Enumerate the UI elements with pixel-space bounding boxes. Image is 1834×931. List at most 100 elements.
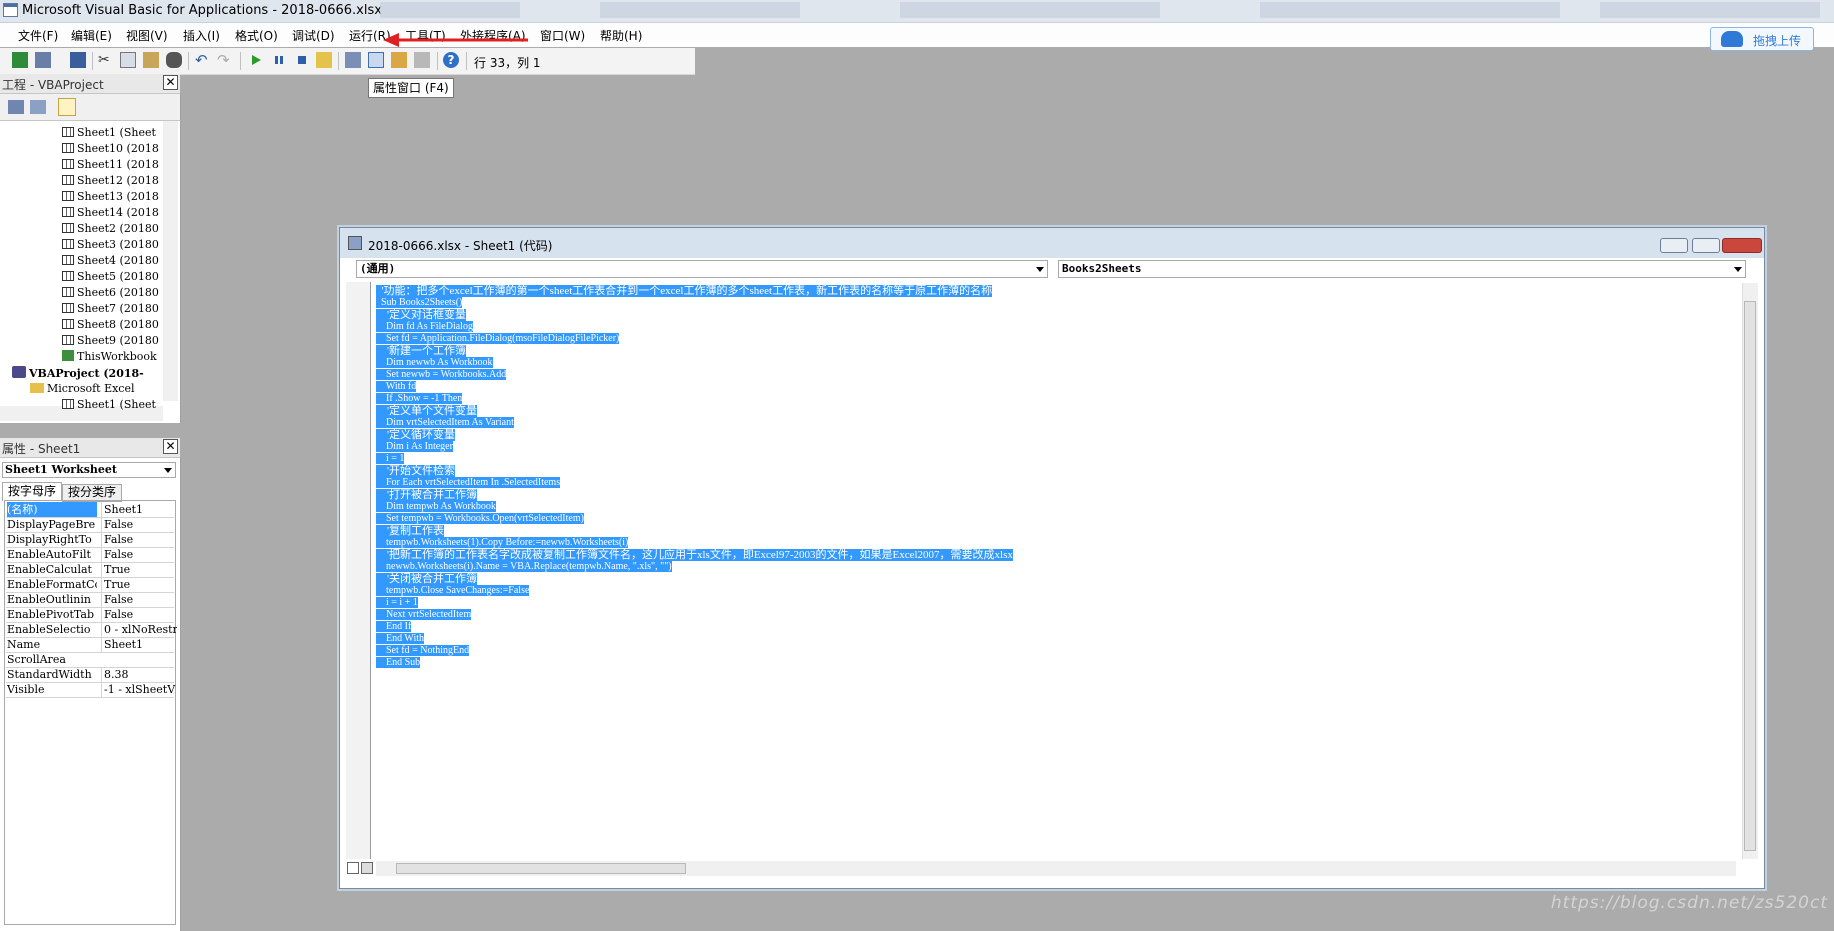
project-tree-scrollbar[interactable]	[163, 121, 178, 401]
property-value[interactable]: Sheet1	[101, 637, 177, 652]
property-value[interactable]: False	[101, 547, 177, 562]
code-editor[interactable]: '功能：把多个excel工作薄的第一个sheet工作表合并到一个excel工作薄…	[376, 285, 1756, 860]
property-row[interactable]: EnablePivotTab False	[6, 607, 174, 623]
tree-item-sheet[interactable]: Sheet8 (20180	[62, 318, 159, 331]
tree-item-sheet[interactable]: Sheet12 (2018	[62, 174, 159, 187]
object-browser-icon[interactable]	[391, 52, 407, 68]
code-vertical-scrollbar[interactable]	[1742, 283, 1758, 859]
view-object-icon[interactable]	[30, 100, 46, 114]
tree-item-sheet[interactable]: Sheet5 (20180	[62, 270, 159, 283]
menu-insert[interactable]: 插入(I)	[183, 27, 220, 44]
property-row[interactable]: Visible -1 - xlSheetV	[6, 682, 177, 698]
insert-userform-icon[interactable]	[35, 52, 51, 68]
drag-upload-button[interactable]: 拖拽上传	[1710, 27, 1814, 51]
code-line-text: '新建一个工作簿	[376, 345, 466, 357]
design-mode-icon[interactable]	[316, 52, 332, 68]
property-row[interactable]: DisplayRightTo False	[6, 532, 174, 548]
property-value[interactable]: 8.38	[101, 667, 177, 682]
tree-item-sheet[interactable]: Sheet11 (2018	[62, 158, 159, 171]
property-value[interactable]: False	[101, 592, 177, 607]
close-icon[interactable]: ✕	[163, 75, 178, 90]
tree-item-project[interactable]: VBAProject (2018-	[12, 366, 144, 380]
property-row[interactable]: EnableFormatCo True	[6, 577, 174, 593]
break-icon[interactable]	[271, 52, 287, 68]
tree-item-sheet[interactable]: Sheet1 (Sheet	[62, 398, 156, 411]
property-row[interactable]: EnableCalculat True	[6, 562, 174, 578]
blurred-taskbar-region	[380, 2, 520, 18]
view-excel-icon[interactable]	[12, 52, 28, 68]
property-row[interactable]: StandardWidth 8.38	[6, 667, 174, 683]
scroll-thumb[interactable]	[1744, 301, 1756, 851]
code-horizontal-scrollbar[interactable]	[376, 861, 1736, 876]
menu-view[interactable]: 视图(V)	[126, 27, 168, 44]
save-icon[interactable]	[70, 52, 86, 68]
tree-item-sheet[interactable]: Sheet1 (Sheet	[62, 126, 156, 139]
menu-edit[interactable]: 编辑(E)	[71, 27, 112, 44]
copy-icon[interactable]	[120, 52, 136, 68]
tree-item-sheet[interactable]: Sheet3 (20180	[62, 238, 159, 251]
project-explorer-icon[interactable]	[345, 52, 361, 68]
project-pane-title: 工程 - VBAProject	[2, 78, 104, 92]
code-line: Set fd = Application.FileDialog(msoFileD…	[376, 333, 1756, 345]
property-value[interactable]: False	[101, 607, 177, 622]
tab-alphabetic[interactable]: 按字母序	[2, 482, 62, 501]
property-row[interactable]: Name Sheet1	[6, 637, 174, 653]
tree-item-sheet[interactable]: Sheet9 (20180	[62, 334, 159, 347]
property-value[interactable]: -1 - xlSheetV	[101, 682, 177, 697]
property-value[interactable]: True	[101, 577, 177, 592]
property-row[interactable]: DisplayPageBre False	[6, 517, 174, 533]
procedure-dropdown[interactable]: Books2Sheets	[1058, 260, 1746, 278]
view-code-icon[interactable]	[8, 100, 24, 114]
property-row[interactable]: EnableOutlinin False	[6, 592, 174, 608]
tree-item-workbook[interactable]: ThisWorkbook	[62, 350, 157, 363]
property-name: ScrollArea	[7, 653, 66, 666]
close-button[interactable]	[1722, 238, 1762, 253]
tree-item-sheet[interactable]: Sheet13 (2018	[62, 190, 159, 203]
tree-item-folder[interactable]: Microsoft Excel	[30, 382, 135, 395]
code-line-text: End Sub	[376, 657, 421, 668]
object-combo[interactable]: Sheet1 Worksheet	[2, 462, 176, 478]
tree-item-sheet[interactable]: Sheet4 (20180	[62, 254, 159, 267]
menu-help[interactable]: 帮助(H)	[600, 27, 642, 44]
paste-icon[interactable]	[143, 52, 159, 68]
tree-item-sheet[interactable]: Sheet2 (20180	[62, 222, 159, 235]
undo-icon[interactable]: ↶	[195, 52, 211, 68]
tree-item-sheet[interactable]: Sheet7 (20180	[62, 302, 159, 315]
property-row[interactable]: EnableAutoFilt False	[6, 547, 174, 563]
property-value[interactable]: Sheet1	[101, 502, 177, 517]
restore-button[interactable]	[1692, 238, 1720, 253]
find-icon[interactable]	[166, 52, 182, 68]
close-icon[interactable]: ✕	[163, 439, 178, 454]
run-icon[interactable]	[248, 52, 264, 68]
code-line: Dim fd As FileDialog	[376, 321, 1756, 333]
reset-icon[interactable]	[294, 52, 310, 68]
properties-window-icon[interactable]	[368, 52, 384, 68]
property-row[interactable]: (名称) Sheet1	[6, 502, 174, 518]
project-icon	[12, 366, 26, 378]
title-bar: Microsoft Visual Basic for Applications …	[0, 0, 1834, 23]
help-icon[interactable]: ?	[443, 52, 459, 68]
tree-item-label: Sheet3 (20180	[77, 238, 159, 251]
procedure-view-icon[interactable]	[347, 862, 359, 874]
toggle-folders-icon[interactable]	[58, 98, 76, 116]
minimize-button[interactable]	[1660, 238, 1688, 253]
cut-icon[interactable]: ✂	[98, 52, 114, 68]
property-row[interactable]: ScrollArea	[6, 652, 174, 668]
property-value[interactable]: 0 - xlNoRestr	[101, 622, 177, 637]
tree-item-sheet[interactable]: Sheet6 (20180	[62, 286, 159, 299]
redo-icon[interactable]: ↷	[217, 52, 233, 68]
menu-file[interactable]: 文件(F)	[18, 27, 58, 44]
property-value[interactable]: False	[101, 517, 177, 532]
property-row[interactable]: EnableSelectio 0 - xlNoRestr	[6, 622, 177, 638]
tree-item-sheet[interactable]: Sheet14 (2018	[62, 206, 159, 219]
property-value[interactable]: True	[101, 562, 177, 577]
menu-window[interactable]: 窗口(W)	[540, 27, 585, 44]
object-dropdown[interactable]: (通用)	[356, 260, 1048, 278]
property-value[interactable]: False	[101, 532, 177, 547]
menu-format[interactable]: 格式(O)	[235, 27, 278, 44]
menu-debug[interactable]: 调试(D)	[292, 27, 335, 44]
tree-item-sheet[interactable]: Sheet10 (2018	[62, 142, 159, 155]
toolbox-icon[interactable]	[414, 52, 430, 68]
scroll-thumb[interactable]	[396, 863, 686, 874]
full-module-view-icon[interactable]	[361, 862, 373, 874]
